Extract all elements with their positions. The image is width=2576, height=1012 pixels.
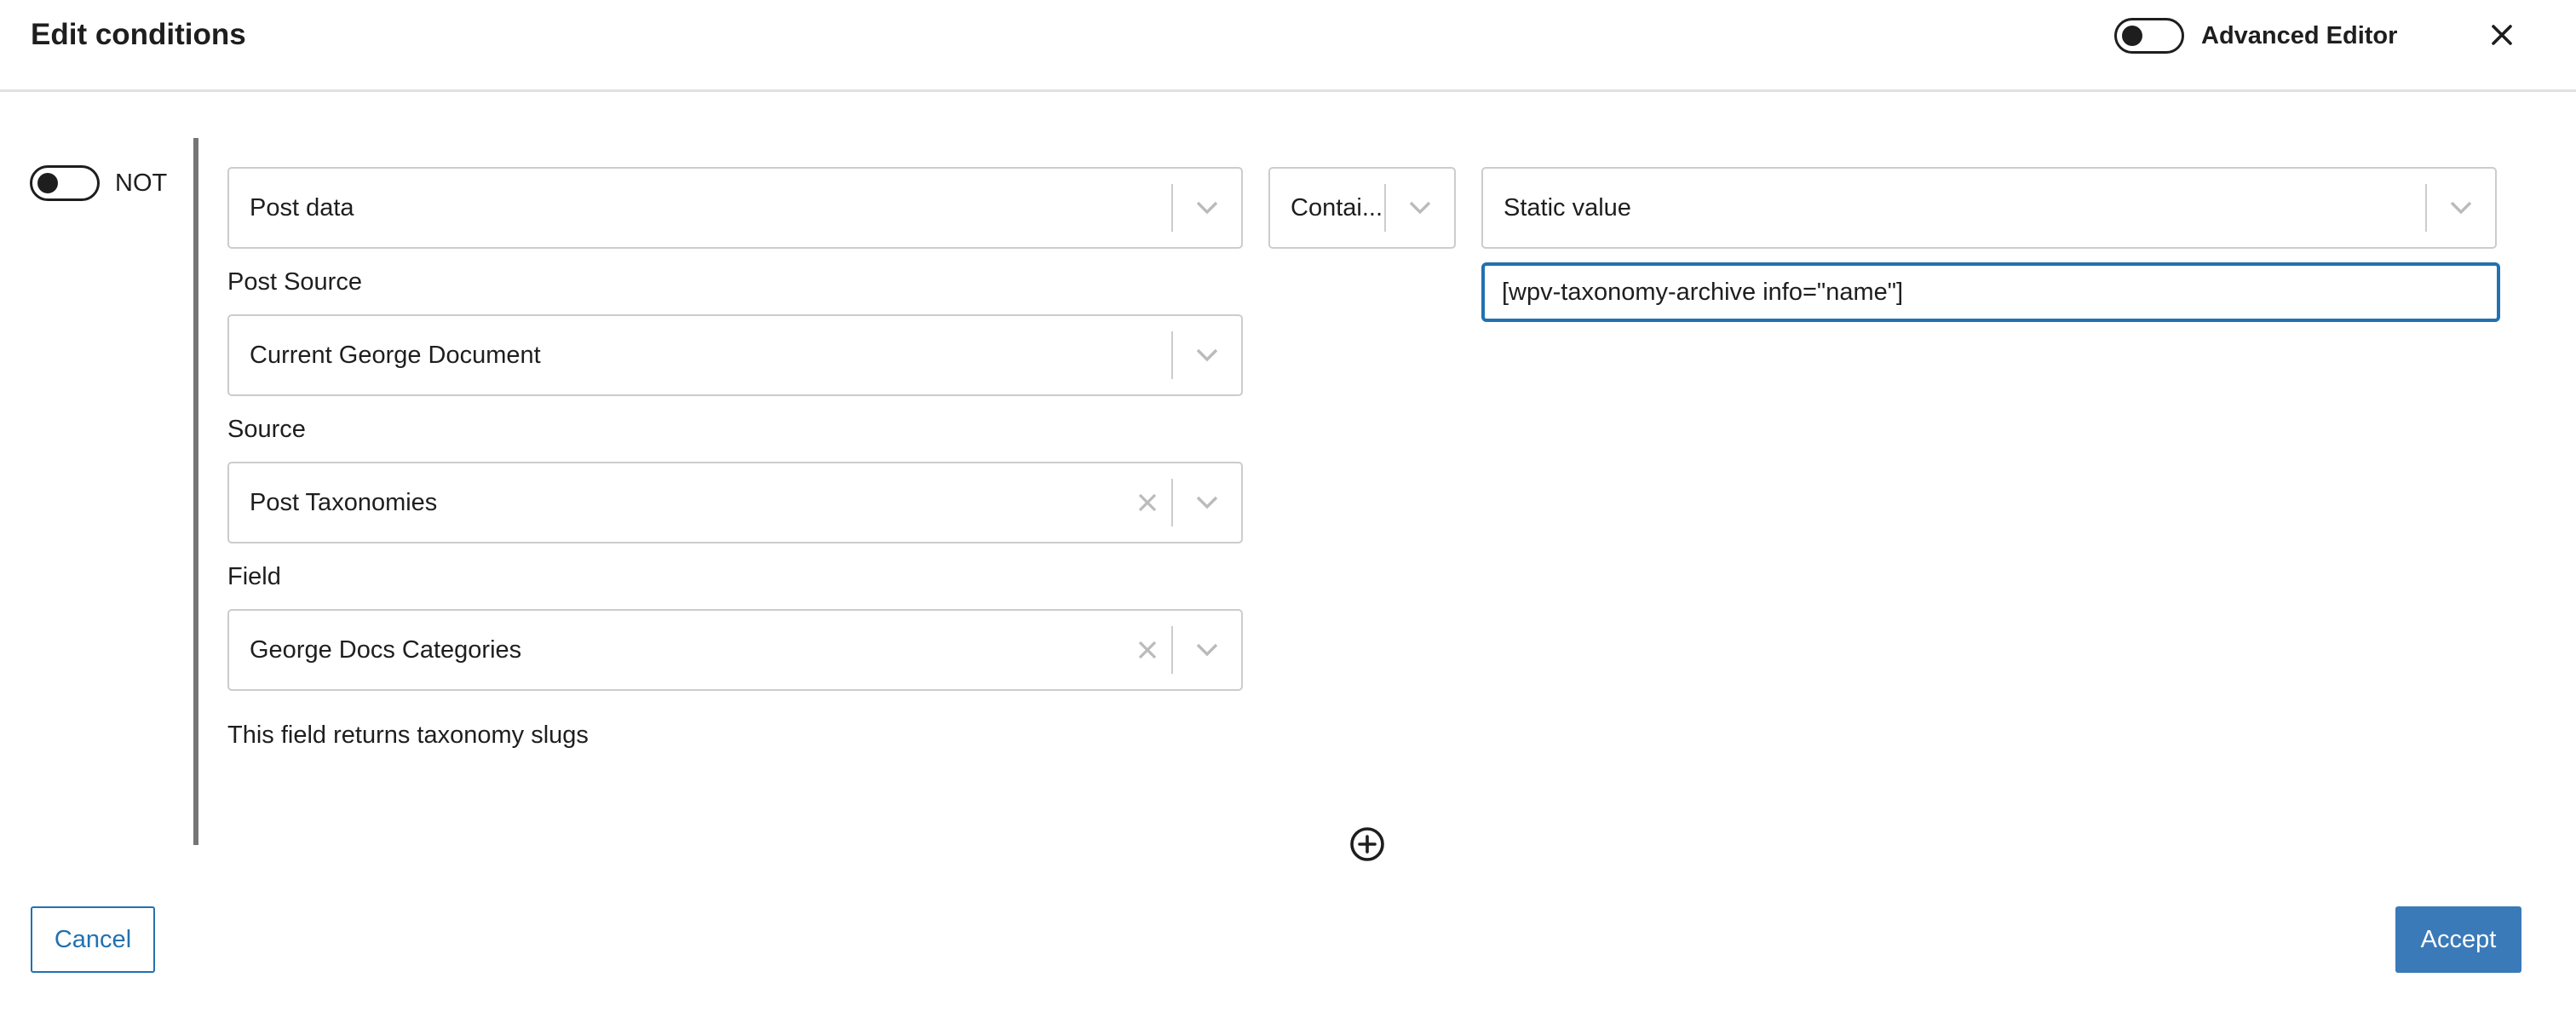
- not-toggle[interactable]: [30, 165, 100, 201]
- clear-icon[interactable]: [1124, 641, 1171, 659]
- chevron-down-icon[interactable]: [1173, 463, 1241, 542]
- field-value: George Docs Categories: [250, 635, 522, 664]
- source-value: Post Taxonomies: [250, 488, 438, 516]
- data-type-select[interactable]: Post data: [227, 167, 1243, 249]
- modal-title: Edit conditions: [31, 18, 246, 51]
- post-source-label: Post Source: [227, 268, 362, 296]
- modal-header: Edit conditions Advanced Editor: [0, 0, 2576, 92]
- accept-button[interactable]: Accept: [2395, 906, 2521, 973]
- field-help-text: This field returns taxonomy slugs: [227, 722, 589, 749]
- value-type-value: Static value: [1504, 193, 1631, 221]
- chevron-down-icon[interactable]: [1173, 316, 1241, 394]
- toggle-knob: [2122, 26, 2142, 46]
- toggle-knob: [37, 173, 58, 193]
- source-label: Source: [227, 416, 306, 443]
- field-label: Field: [227, 563, 281, 590]
- plus-circle-icon[interactable]: [1348, 825, 1387, 864]
- operator-value: Contai...: [1291, 193, 1383, 221]
- operator-select[interactable]: Contai...: [1268, 167, 1456, 249]
- source-select[interactable]: Post Taxonomies: [227, 462, 1243, 543]
- advanced-editor-toggle[interactable]: [2114, 18, 2184, 54]
- post-source-value: Current George Document: [250, 341, 541, 369]
- cancel-button[interactable]: Cancel: [31, 906, 155, 973]
- field-select[interactable]: George Docs Categories: [227, 609, 1243, 691]
- advanced-editor-control: Advanced Editor: [2114, 17, 2397, 55]
- not-control: NOT: [30, 165, 167, 201]
- data-type-value: Post data: [250, 193, 354, 221]
- static-value-input[interactable]: [1482, 263, 2499, 321]
- post-source-select[interactable]: Current George Document: [227, 314, 1243, 396]
- chevron-down-icon[interactable]: [2427, 169, 2495, 247]
- chevron-down-icon[interactable]: [1173, 611, 1241, 689]
- value-type-select[interactable]: Static value: [1481, 167, 2497, 249]
- condition-group-bar: [193, 138, 198, 845]
- advanced-editor-label: Advanced Editor: [2201, 21, 2398, 49]
- clear-icon[interactable]: [1124, 493, 1171, 512]
- close-icon[interactable]: [2484, 14, 2520, 56]
- chevron-down-icon[interactable]: [1173, 169, 1241, 247]
- chevron-down-icon[interactable]: [1386, 169, 1454, 247]
- not-label: NOT: [115, 169, 168, 197]
